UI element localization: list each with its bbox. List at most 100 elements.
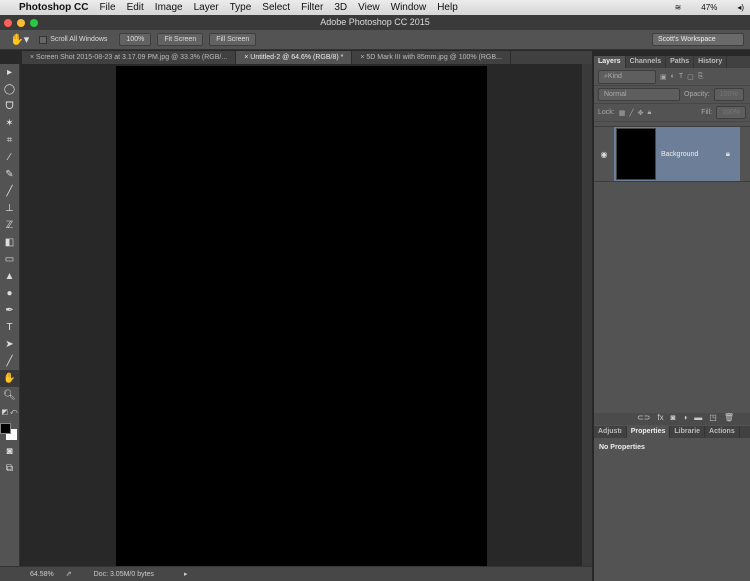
layers-panel-tabs: Layers Channels Paths History: [594, 56, 750, 68]
tab-libraries[interactable]: Librarie: [670, 426, 706, 438]
link-layers-icon[interactable]: ⊂⊃: [637, 413, 650, 425]
visibility-eye-icon[interactable]: ◉: [594, 150, 614, 159]
menu-bar: Photoshop CC File Edit Image Layer Type …: [0, 0, 750, 15]
add-mask-icon[interactable]: ◙: [671, 413, 676, 425]
lock-position-icon[interactable]: ✥: [638, 109, 644, 117]
minimize-window-button[interactable]: [17, 19, 25, 27]
eyedropper-tool-icon[interactable]: ⁄: [0, 149, 19, 166]
tab-history[interactable]: History: [694, 56, 728, 68]
lock-transparent-icon[interactable]: ▦: [619, 109, 626, 117]
lock-all-icon[interactable]: 🔒︎: [647, 109, 651, 117]
menu-window[interactable]: Window: [391, 2, 427, 13]
menu-app[interactable]: Photoshop CC: [19, 2, 88, 13]
lock-pixels-icon[interactable]: ╱: [629, 109, 633, 117]
filter-adjustment-icon[interactable]: ◐: [671, 73, 675, 80]
tab-adjustments[interactable]: Adjustı: [594, 426, 627, 438]
move-tool-icon[interactable]: ▸: [0, 64, 19, 81]
pen-tool-icon[interactable]: ✒: [0, 302, 19, 319]
options-bar: ✋▾ Scroll All Windows 100% Fit Screen Fi…: [0, 30, 750, 50]
clone-stamp-tool-icon[interactable]: ⊥: [0, 200, 19, 217]
lasso-tool-icon[interactable]: ᗜ: [0, 98, 19, 115]
tab-5d-mark-iii[interactable]: × 5D Mark III with 85mm.jpg @ 100% (RGB.…: [352, 51, 511, 64]
filter-kind-select[interactable]: ⌕Kind: [598, 69, 656, 84]
tab-channels[interactable]: Channels: [626, 56, 667, 68]
color-swatches: [0, 421, 19, 443]
close-window-button[interactable]: [4, 19, 12, 27]
zoom-window-button[interactable]: [30, 19, 38, 27]
blur-tool-icon[interactable]: ▲: [0, 268, 19, 285]
tab-properties[interactable]: Properties: [626, 426, 671, 438]
zoom-level[interactable]: 64.58%: [30, 571, 54, 578]
fx-icon[interactable]: fx: [657, 413, 663, 425]
tab-untitled-2[interactable]: × Untitled-2 @ 64.6% (RGB/8) *: [236, 51, 353, 64]
volume-icon[interactable]: ◂): [737, 3, 744, 12]
gradient-tool-icon[interactable]: ▭: [0, 251, 19, 268]
menu-filter[interactable]: Filter: [301, 2, 323, 13]
eraser-tool-icon[interactable]: ◧: [0, 234, 19, 251]
line-tool-icon[interactable]: ╱: [0, 353, 19, 370]
menu-select[interactable]: Select: [262, 2, 290, 13]
trash-icon[interactable]: 🗑︎: [724, 413, 734, 425]
quick-mask-icon[interactable]: ◙: [0, 443, 19, 460]
type-tool-icon[interactable]: T: [0, 319, 19, 336]
tab-layers[interactable]: Layers: [594, 56, 626, 68]
zoom-tool-icon[interactable]: 🔍︎: [0, 387, 19, 404]
crop-tool-icon[interactable]: ⌗: [0, 132, 19, 149]
blend-mode-select[interactable]: Normal: [598, 88, 680, 101]
status-bar: 64.58% ⇗ Doc: 3.05M/0 bytes ▸: [0, 566, 592, 581]
properties-panel-tabs: Adjustı Properties Librarie Actions: [594, 426, 750, 438]
properties-content: No Properties: [599, 444, 645, 451]
hand-tool-preset-icon[interactable]: ✋▾: [10, 33, 29, 46]
menu-file[interactable]: File: [99, 2, 115, 13]
new-layer-icon[interactable]: ◳: [709, 413, 717, 425]
menu-image[interactable]: Image: [155, 2, 183, 13]
hand-tool-icon[interactable]: ✋: [0, 370, 19, 387]
tab-paths[interactable]: Paths: [666, 56, 695, 68]
menu-layer[interactable]: Layer: [194, 2, 219, 13]
swap-colors-icon[interactable]: ◩ ⤺: [0, 404, 19, 421]
foreground-color-swatch[interactable]: [0, 423, 11, 434]
menu-edit[interactable]: Edit: [127, 2, 144, 13]
share-icon[interactable]: ⇗: [66, 570, 72, 578]
dodge-tool-icon[interactable]: ●: [0, 285, 19, 302]
healing-brush-tool-icon[interactable]: ✎: [0, 166, 19, 183]
fill-field[interactable]: 100%: [716, 106, 746, 119]
lock-label: Lock:: [598, 109, 615, 116]
filter-type-icon[interactable]: T: [679, 73, 683, 80]
right-panels: Layers Channels Paths History ⌕Kind ▣ ◐ T ▢…: [594, 56, 750, 581]
tools-panel: ▸ ◯ ᗜ ✶ ⌗ ⁄ ✎ ╱ ⊥ ℤ ◧ ▭ ▲ ● ✒ T ➤ ╱ ✋ 🔍︎…: [0, 64, 20, 566]
magic-wand-tool-icon[interactable]: ✶: [0, 115, 19, 132]
marquee-tool-icon[interactable]: ◯: [0, 81, 19, 98]
new-group-icon[interactable]: ▬: [694, 413, 702, 425]
status-menu-arrow-icon[interactable]: ▸: [184, 570, 188, 578]
layer-row-background[interactable]: ◉ Background 🔒︎: [594, 126, 750, 182]
filter-shape-icon[interactable]: ▢: [687, 73, 694, 81]
wifi-icon[interactable]: ≋: [675, 3, 682, 12]
document-canvas[interactable]: [116, 66, 487, 566]
fit-screen-button[interactable]: Fit Screen: [157, 33, 204, 46]
menu-3d[interactable]: 3D: [334, 2, 347, 13]
lock-row: Lock: ▦ ╱ ✥ 🔒︎ Fill: 100%: [594, 104, 750, 122]
battery-level[interactable]: 47%: [701, 3, 717, 12]
fill-screen-button[interactable]: Fill Screen: [209, 33, 257, 46]
window-title-bar: Adobe Photoshop CC 2015: [0, 15, 750, 30]
workspace-select[interactable]: Scott's Workspace: [652, 33, 744, 46]
filter-smart-object-icon[interactable]: ⎘: [698, 73, 704, 81]
tab-actions[interactable]: Actions: [705, 426, 740, 438]
path-selection-tool-icon[interactable]: ➤: [0, 336, 19, 353]
filter-kind-label: Kind: [607, 72, 622, 80]
filter-pixel-icon[interactable]: ▣: [660, 73, 667, 81]
menu-help[interactable]: Help: [437, 2, 458, 13]
opacity-label: Opacity:: [684, 91, 710, 98]
menu-view[interactable]: View: [358, 2, 380, 13]
menu-type[interactable]: Type: [230, 2, 252, 13]
vertical-scrollbar[interactable]: [582, 64, 592, 566]
brush-tool-icon[interactable]: ╱: [0, 183, 19, 200]
screen-mode-icon[interactable]: ⧉: [0, 460, 19, 477]
tab-screenshot[interactable]: × Screen Shot 2015-08-23 at 3.17.09 PM.j…: [22, 51, 237, 64]
scroll-all-windows-checkbox[interactable]: [39, 35, 48, 44]
zoom-100-button[interactable]: 100%: [119, 33, 152, 46]
history-brush-tool-icon[interactable]: ℤ: [0, 217, 19, 234]
opacity-field[interactable]: 100%: [713, 88, 744, 101]
adjustment-layer-icon[interactable]: ◑: [682, 413, 687, 425]
